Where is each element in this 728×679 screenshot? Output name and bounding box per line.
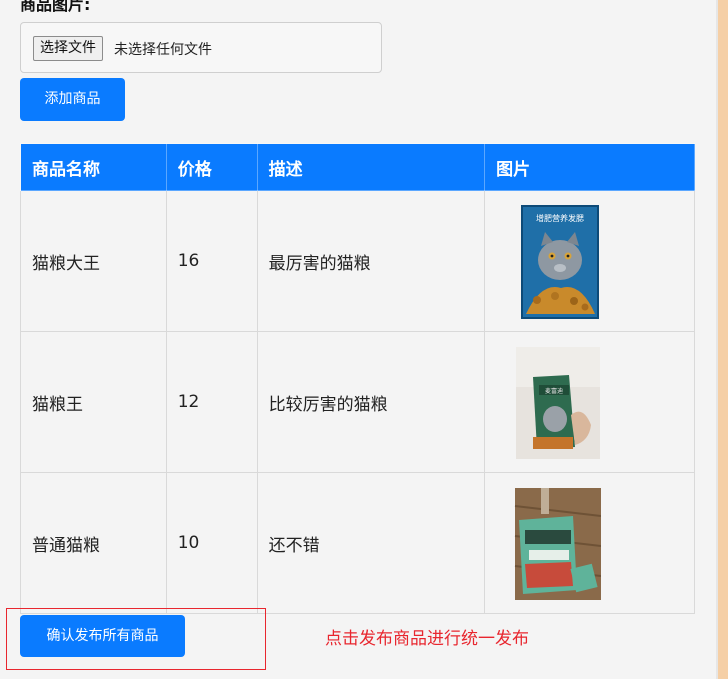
product-image-cat-food-bag: 增肥营养发腮: [521, 204, 600, 319]
choose-file-button[interactable]: 选择文件: [33, 36, 103, 61]
cell-image: 麦富迪: [484, 331, 695, 473]
header-price: 价格: [165, 143, 258, 191]
table-row: 普通猫粮 10 还不错: [20, 472, 695, 614]
table-row: 猫粮王 12 比较厉害的猫粮 麦富迪: [20, 331, 695, 473]
image-field-label: 商品图片:: [20, 0, 91, 14]
table-row: 猫粮大王 16 最厉害的猫粮 增肥营养发腮: [20, 190, 695, 332]
bag-label-text: 增肥营养发腮: [536, 213, 584, 223]
file-status-text: 未选择任何文件: [114, 42, 212, 58]
table-header-row: 商品名称 价格 描述 图片: [20, 143, 695, 191]
annotation-hint-text: 点击发布商品进行统一发布: [325, 629, 529, 649]
cell-price: 10: [165, 472, 258, 614]
header-image: 图片: [484, 143, 695, 191]
product-image-cat-food-on-floor: [515, 487, 602, 600]
cell-product-name: 猫粮王: [20, 331, 167, 473]
cell-price: 12: [165, 331, 258, 473]
file-input-field[interactable]: 选择文件 未选择任何文件: [20, 22, 382, 73]
cell-product-name: 猫粮大王: [20, 190, 167, 332]
product-image-cat-food-bag-hand: 麦富迪: [516, 346, 601, 459]
cell-image: 增肥营养发腮: [484, 190, 695, 332]
add-product-button[interactable]: 添加商品: [20, 78, 125, 121]
cell-description: 还不错: [256, 472, 486, 614]
cell-price: 16: [165, 190, 258, 332]
cell-description: 最厉害的猫粮: [256, 190, 486, 332]
header-product-name: 商品名称: [20, 143, 167, 191]
bag-label-text: 麦富迪: [545, 387, 563, 395]
cell-image: [484, 472, 695, 614]
cell-product-name: 普通猫粮: [20, 472, 167, 614]
cell-description: 比较厉害的猫粮: [256, 331, 486, 473]
side-panel-divider: [716, 0, 718, 679]
highlight-annotation-box: [6, 608, 266, 670]
product-table: 商品名称 价格 描述 图片 猫粮大王 16 最厉害的猫粮 增肥营养发腮 猫粮王 …: [20, 143, 695, 614]
header-description: 描述: [256, 143, 486, 191]
